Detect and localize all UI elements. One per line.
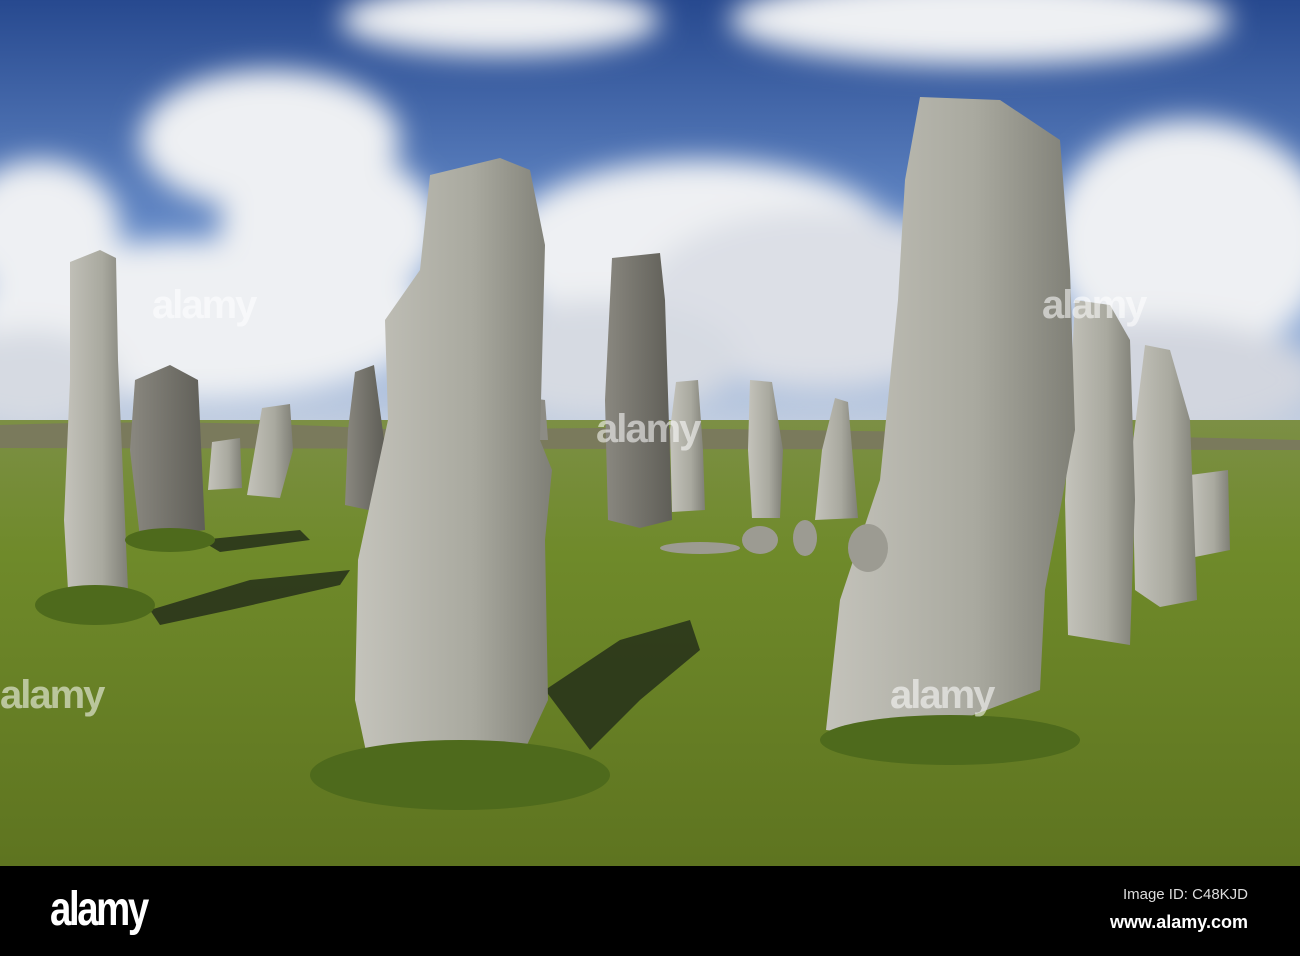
watermark-text: alamy bbox=[596, 407, 702, 451]
stone bbox=[1065, 300, 1135, 645]
alamy-logo: alamy bbox=[50, 883, 149, 936]
watermark-text: alamy bbox=[152, 283, 258, 327]
website-url: www.alamy.com bbox=[1109, 912, 1248, 932]
watermark-text: alamy bbox=[0, 673, 106, 717]
stone bbox=[130, 365, 205, 538]
photo: alamy alamy alamy alamy alamy bbox=[0, 0, 1300, 866]
watermark-text: alamy bbox=[890, 673, 996, 717]
photo-stage: alamy alamy alamy alamy alamy alamy Imag… bbox=[0, 0, 1300, 956]
watermark-text: alamy bbox=[1042, 283, 1148, 327]
stone bbox=[1190, 470, 1230, 557]
stone bbox=[208, 438, 242, 490]
stone bbox=[605, 253, 672, 528]
footer-bar: alamy Image ID: C48KJD www.alamy.com bbox=[0, 866, 1300, 956]
image-id: Image ID: C48KJD bbox=[1122, 886, 1248, 903]
